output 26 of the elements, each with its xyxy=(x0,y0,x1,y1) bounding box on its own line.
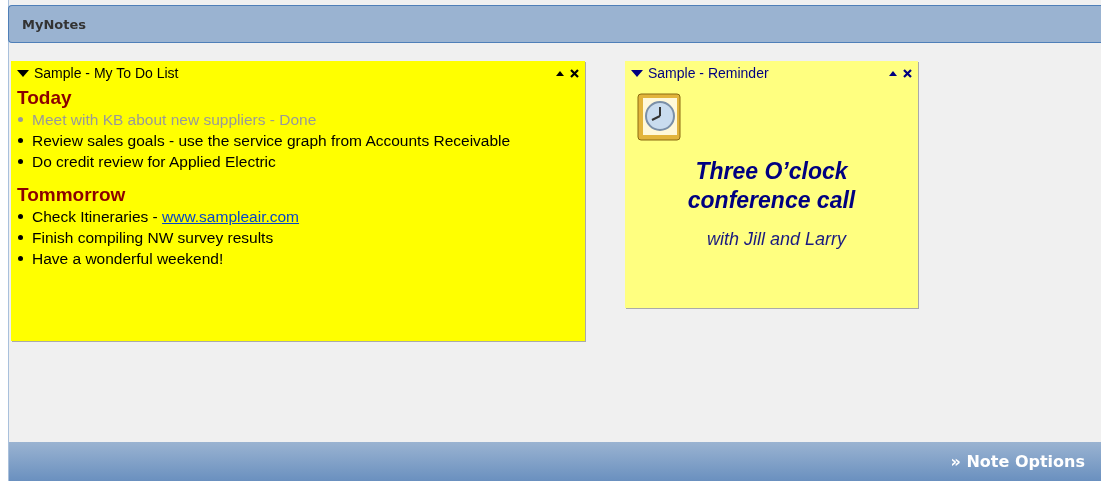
task-text: Meet with KB about new suppliers - Done xyxy=(32,110,317,130)
bullet-icon xyxy=(18,235,23,240)
reminder-detail: with Jill and Larry xyxy=(707,229,848,250)
close-icon[interactable] xyxy=(570,68,579,78)
note-title: Sample - My To Do List xyxy=(34,65,180,81)
bullet-icon xyxy=(18,256,23,261)
task-text: Review sales goals - use the service graph from Accounts Receivable xyxy=(32,131,511,151)
bullet-icon xyxy=(18,159,23,164)
section-heading: Tommorrow xyxy=(17,184,127,206)
note-title: Sample - Reminder xyxy=(648,65,770,81)
expand-icon[interactable] xyxy=(889,70,897,76)
close-icon[interactable] xyxy=(903,68,912,78)
task-text: Have a wonderful weekend! xyxy=(32,249,224,269)
bullet-icon xyxy=(18,138,23,143)
panel-title: MyNotes xyxy=(22,16,86,32)
collapse-icon[interactable] xyxy=(631,69,643,77)
task-text: Do credit review for Applied Electric xyxy=(32,152,276,172)
reminder-headline: Three O’clock conference call xyxy=(686,157,857,215)
task-text: Check Itineraries - www.sampleair.com xyxy=(32,207,300,227)
website-link[interactable]: www.sampleair.com xyxy=(162,208,300,225)
expand-icon[interactable] xyxy=(556,70,564,76)
section-heading: Today xyxy=(17,87,73,109)
bullet-icon xyxy=(18,117,23,122)
bullet-icon xyxy=(18,214,23,219)
task-text: Finish compiling NW survey results xyxy=(32,228,274,248)
collapse-icon[interactable] xyxy=(17,69,29,77)
